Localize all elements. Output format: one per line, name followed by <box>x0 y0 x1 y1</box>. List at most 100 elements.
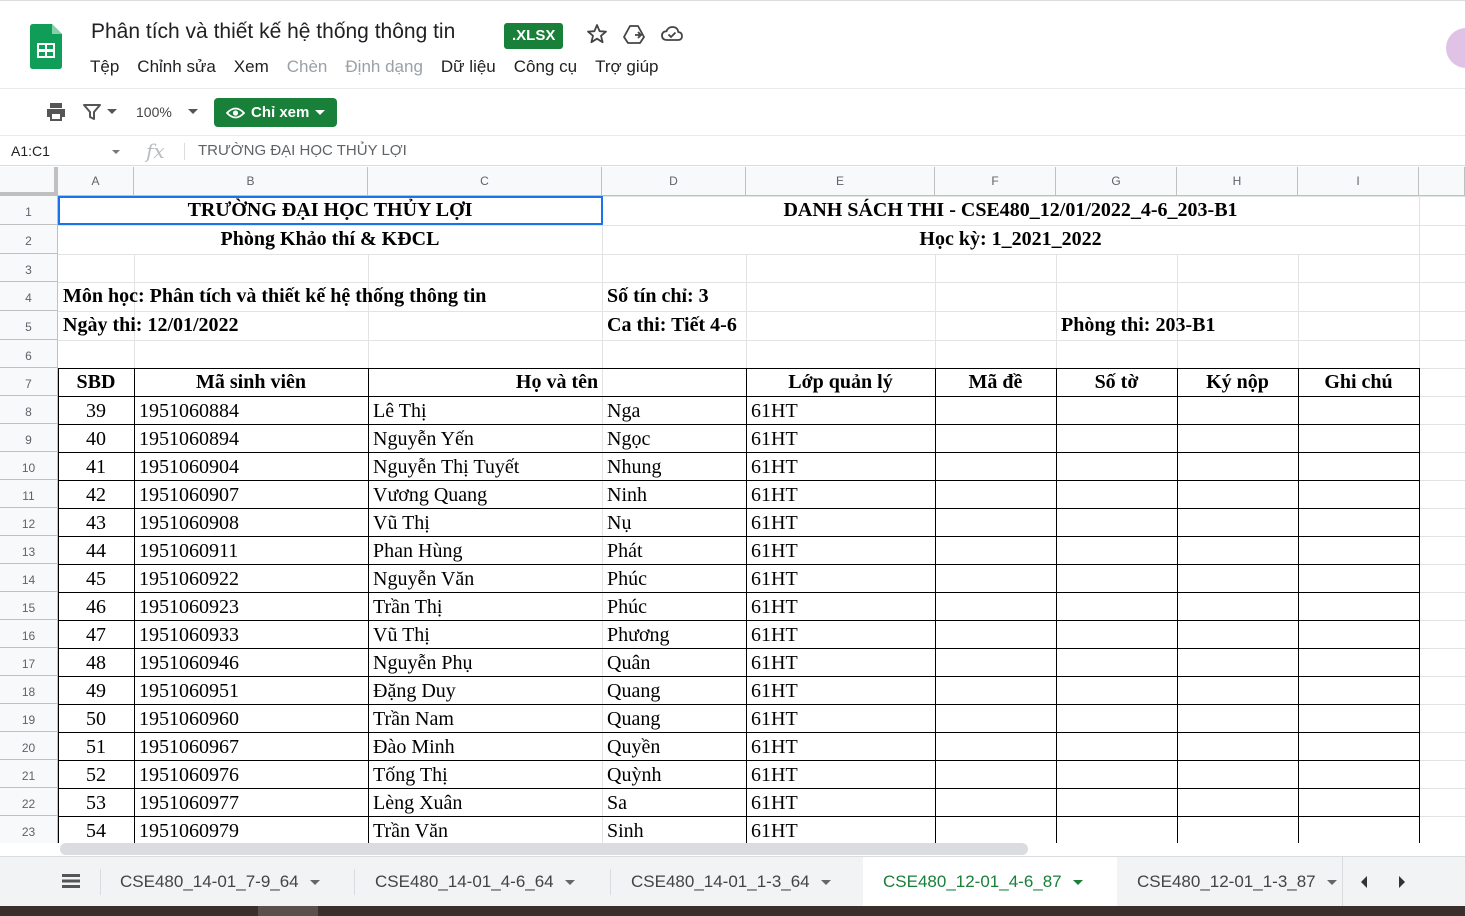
scroll-left-icon[interactable] <box>1357 873 1371 891</box>
subject[interactable]: Môn học: Phân tích và thiết kế hệ thống … <box>63 282 486 311</box>
student-class[interactable]: 61HT <box>751 452 798 482</box>
student-first-name[interactable]: Phương <box>607 620 670 650</box>
column-header-e[interactable]: E <box>746 167 935 196</box>
student-sbd[interactable]: 43 <box>58 508 134 538</box>
semester[interactable]: Học kỳ: 1_2021_2022 <box>602 225 1419 254</box>
header-exam-code[interactable]: Mã đề <box>935 368 1056 396</box>
row-header-2[interactable]: 2 <box>0 225 58 254</box>
student-id[interactable]: 1951060884 <box>139 396 239 426</box>
menu-view[interactable]: Xem <box>234 57 269 77</box>
student-first-name[interactable]: Sa <box>607 788 627 818</box>
student-id[interactable]: 1951060967 <box>139 732 239 762</box>
menu-edit[interactable]: Chỉnh sửa <box>137 57 215 77</box>
scroll-right-icon[interactable] <box>1395 873 1409 891</box>
row-header-18[interactable]: 18 <box>0 676 58 704</box>
student-sbd[interactable]: 39 <box>58 396 134 426</box>
row-header-14[interactable]: 14 <box>0 564 58 592</box>
student-sbd[interactable]: 48 <box>58 648 134 678</box>
student-last-name[interactable]: Phan Hùng <box>373 536 462 566</box>
student-class[interactable]: 61HT <box>751 788 798 818</box>
menu-insert[interactable]: Chèn <box>287 57 328 77</box>
student-id[interactable]: 1951060923 <box>139 592 239 622</box>
office-name[interactable]: Phòng Khảo thí & KĐCL <box>58 225 602 254</box>
student-last-name[interactable]: Đặng Duy <box>373 676 456 706</box>
column-header-c[interactable]: C <box>368 167 602 196</box>
student-sbd[interactable]: 47 <box>58 620 134 650</box>
row-header-7[interactable]: 7 <box>0 368 58 396</box>
student-first-name[interactable]: Nga <box>607 396 640 426</box>
document-title[interactable]: Phân tích và thiết kế hệ thống thông tin <box>91 20 455 44</box>
account-avatar[interactable] <box>1446 28 1465 68</box>
credits[interactable]: Số tín chỉ: 3 <box>607 282 709 311</box>
student-first-name[interactable]: Phát <box>607 536 643 566</box>
student-id[interactable]: 1951060946 <box>139 648 239 678</box>
student-last-name[interactable]: Nguyễn Văn <box>373 564 474 594</box>
spreadsheet-grid[interactable]: A B C D E F G H I 1 2 3 4 5 6 7 8 9 10 11 12 13 14 15 16 17 18 19 20… <box>0 167 1465 843</box>
header-sheet-count[interactable]: Số tờ <box>1056 368 1177 396</box>
sheets-logo-icon[interactable] <box>30 24 62 69</box>
row-header-11[interactable]: 11 <box>0 480 58 508</box>
student-class[interactable]: 61HT <box>751 424 798 454</box>
row-header-1[interactable]: 1 <box>0 196 58 225</box>
student-last-name[interactable]: Vũ Thị <box>373 620 430 650</box>
student-id[interactable]: 1951060933 <box>139 620 239 650</box>
menu-file[interactable]: Tệp <box>90 57 119 77</box>
sheet-tab-2[interactable]: CSE480_14-01_4-6_64 <box>355 857 610 907</box>
student-class[interactable]: 61HT <box>751 592 798 622</box>
student-class[interactable]: 61HT <box>751 704 798 734</box>
student-class[interactable]: 61HT <box>751 508 798 538</box>
row-header-3[interactable]: 3 <box>0 254 58 282</box>
sheet-tab-caret[interactable] <box>564 879 575 885</box>
column-header-f[interactable]: F <box>935 167 1056 196</box>
student-last-name[interactable]: Vũ Thị <box>373 508 430 538</box>
column-header-next[interactable] <box>1419 167 1465 196</box>
student-class[interactable]: 61HT <box>751 648 798 678</box>
student-id[interactable]: 1951060907 <box>139 480 239 510</box>
student-sbd[interactable]: 54 <box>58 816 134 843</box>
student-last-name[interactable]: Nguyễn Yến <box>373 424 474 454</box>
student-first-name[interactable]: Ninh <box>607 480 647 510</box>
student-sbd[interactable]: 46 <box>58 592 134 622</box>
menu-data[interactable]: Dữ liệu <box>441 57 496 77</box>
sheet-tab-caret[interactable] <box>309 879 320 885</box>
header-signature[interactable]: Ký nộp <box>1177 368 1298 396</box>
student-class[interactable]: 61HT <box>751 480 798 510</box>
student-sbd[interactable]: 42 <box>58 480 134 510</box>
column-header-i[interactable]: I <box>1298 167 1419 196</box>
column-header-g[interactable]: G <box>1056 167 1177 196</box>
student-sbd[interactable]: 53 <box>58 788 134 818</box>
student-sbd[interactable]: 45 <box>58 564 134 594</box>
student-class[interactable]: 61HT <box>751 760 798 790</box>
student-sbd[interactable]: 51 <box>58 732 134 762</box>
student-last-name[interactable]: Lèng Xuân <box>373 788 462 818</box>
student-class[interactable]: 61HT <box>751 816 798 843</box>
filter-dropdown-caret[interactable] <box>107 109 117 114</box>
view-only-button[interactable]: Chỉ xem <box>214 98 337 127</box>
student-last-name[interactable]: Trần Nam <box>373 704 454 734</box>
student-last-name[interactable]: Trần Thị <box>373 592 442 622</box>
student-id[interactable]: 1951060894 <box>139 424 239 454</box>
list-title[interactable]: DANH SÁCH THI - CSE480_12/01/2022_4-6_20… <box>602 196 1419 225</box>
header-note[interactable]: Ghi chú <box>1298 368 1419 396</box>
student-id[interactable]: 1951060908 <box>139 508 239 538</box>
sheet-tab-caret[interactable] <box>1072 879 1083 885</box>
student-class[interactable]: 61HT <box>751 396 798 426</box>
row-header-10[interactable]: 10 <box>0 452 58 480</box>
exam-date[interactable]: Ngày thi: 12/01/2022 <box>63 311 239 340</box>
horizontal-scrollbar[interactable] <box>60 843 1028 855</box>
row-header-16[interactable]: 16 <box>0 620 58 648</box>
student-sbd[interactable]: 40 <box>58 424 134 454</box>
sheet-tab-caret[interactable] <box>1326 879 1337 885</box>
name-box[interactable]: A1:C1 <box>0 137 128 166</box>
zoom-select[interactable]: 100% <box>136 104 172 120</box>
row-header-20[interactable]: 20 <box>0 732 58 760</box>
student-first-name[interactable]: Phúc <box>607 564 647 594</box>
student-first-name[interactable]: Quang <box>607 704 660 734</box>
student-last-name[interactable]: Lê Thị <box>373 396 427 426</box>
student-last-name[interactable]: Đào Minh <box>373 732 455 762</box>
cloud-status-icon[interactable] <box>660 22 684 46</box>
row-header-8[interactable]: 8 <box>0 396 58 424</box>
student-first-name[interactable]: Quang <box>607 676 660 706</box>
move-to-drive-icon[interactable] <box>622 22 646 46</box>
row-header-17[interactable]: 17 <box>0 648 58 676</box>
